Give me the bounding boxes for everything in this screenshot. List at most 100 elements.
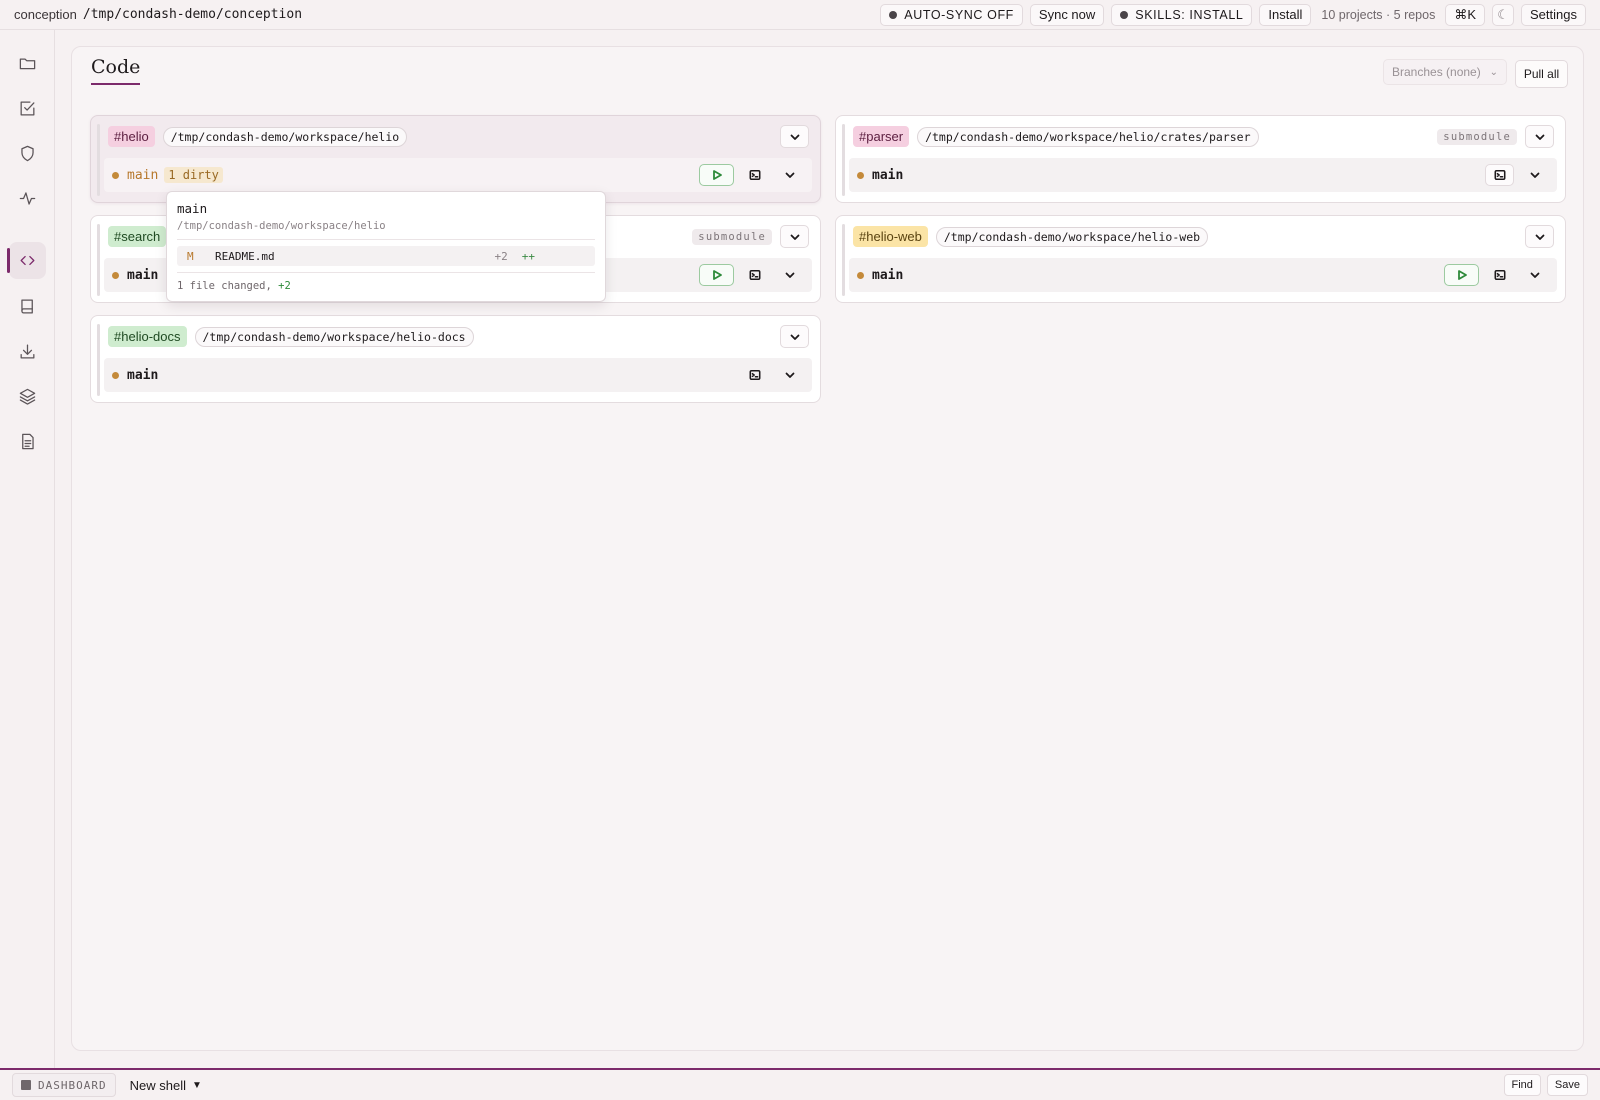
rail-security[interactable] <box>9 135 46 172</box>
terminal-icon <box>1494 269 1505 281</box>
diff-summary: 1 file changed, +2 <box>177 280 595 292</box>
dashboard-square-icon <box>21 1080 31 1090</box>
branch-menu-button[interactable] <box>775 164 804 186</box>
install-button[interactable]: Install <box>1259 3 1312 26</box>
card-accent-bar <box>842 224 845 296</box>
find-button[interactable]: Find <box>1503 1074 1541 1096</box>
branch-menu-button[interactable] <box>775 364 804 386</box>
new-shell-label: New shell <box>129 1077 186 1093</box>
branch-status-dot <box>112 271 119 279</box>
file-name: README.md <box>215 249 275 263</box>
branch-row[interactable]: main <box>104 358 812 392</box>
file-status: M <box>187 249 194 263</box>
chevron-down-icon <box>1535 234 1544 240</box>
repo-card-header: #helio /tmp/condash-demo/workspace/helio <box>108 125 809 148</box>
run-button[interactable] <box>699 164 734 186</box>
expand-button[interactable] <box>1525 225 1554 248</box>
chevron-down-icon: ⌄ <box>1489 66 1498 78</box>
command-palette-button[interactable]: ⌘K <box>1445 3 1486 26</box>
branch-menu-button[interactable] <box>775 264 804 286</box>
branch-status-dot <box>857 271 864 279</box>
branch-name: main <box>127 367 159 383</box>
repo-card-header: #helio-docs /tmp/condash-demo/workspace/… <box>108 325 809 348</box>
divider <box>177 272 595 273</box>
repo-card-helio-docs[interactable]: #helio-docs /tmp/condash-demo/workspace/… <box>90 315 821 403</box>
shield-icon <box>21 145 34 162</box>
branch-row[interactable]: main <box>849 158 1557 192</box>
branch-name: main <box>872 267 904 283</box>
theme-toggle-moon-icon[interactable]: ☾ <box>1492 3 1515 26</box>
terminal-button[interactable] <box>1485 164 1514 186</box>
dashboard-label: DASHBOARD <box>38 1078 107 1092</box>
play-icon <box>712 170 722 180</box>
expand-button[interactable] <box>1525 125 1554 148</box>
branch-row[interactable]: main 1 dirty <box>104 158 812 192</box>
repo-tag[interactable]: #helio-web <box>853 226 928 247</box>
new-shell-button[interactable]: New shell ▼ <box>130 1078 202 1093</box>
chevron-down-icon <box>1530 272 1539 278</box>
branch-menu-button[interactable] <box>1520 164 1549 186</box>
card-accent-bar <box>97 124 100 196</box>
repo-card-helio-web[interactable]: #helio-web /tmp/condash-demo/workspace/h… <box>835 215 1566 303</box>
repo-path[interactable]: /tmp/condash-demo/workspace/helio-web <box>935 226 1209 247</box>
save-button[interactable]: Save <box>1546 1074 1588 1096</box>
status-bar: DASHBOARD New shell ▼ Find Save <box>0 1068 1600 1100</box>
sync-now-button[interactable]: Sync now <box>1029 3 1105 26</box>
submodule-badge: submodule <box>692 228 772 245</box>
expand-button[interactable] <box>780 225 809 248</box>
autosync-toggle[interactable]: AUTO-SYNC OFF <box>880 3 1023 26</box>
chevron-down-icon <box>1530 172 1539 178</box>
popover-branch: main <box>177 201 208 216</box>
terminal-button[interactable] <box>740 364 769 386</box>
rail-downloads[interactable] <box>9 333 46 370</box>
rail-code[interactable] <box>7 242 46 279</box>
branch-menu-button[interactable] <box>1520 264 1549 286</box>
terminal-icon <box>749 169 760 181</box>
repo-card-header: #helio-web /tmp/condash-demo/workspace/h… <box>853 225 1554 248</box>
repo-path[interactable]: /tmp/condash-demo/workspace/helio <box>162 126 408 147</box>
repo-card-parser[interactable]: #parser /tmp/condash-demo/workspace/heli… <box>835 115 1566 203</box>
rail-projects[interactable] <box>9 45 46 82</box>
play-icon <box>712 270 722 280</box>
repo-tag[interactable]: #helio-docs <box>108 326 187 347</box>
repo-card-helio[interactable]: #helio /tmp/condash-demo/workspace/helio… <box>90 115 821 203</box>
conception-path: /tmp/condash-demo/conception <box>82 7 303 22</box>
branch-row[interactable]: main <box>849 258 1557 292</box>
rail-layers[interactable] <box>9 378 46 415</box>
top-bar: conception /tmp/condash-demo/conception … <box>0 0 1600 30</box>
rail-docs[interactable] <box>9 288 46 325</box>
activity-icon <box>19 192 36 205</box>
chevron-down-icon <box>790 334 799 340</box>
run-button[interactable] <box>1444 264 1479 286</box>
rail-notes[interactable] <box>9 423 46 460</box>
repo-tag[interactable]: #parser <box>853 126 910 147</box>
terminal-button[interactable] <box>1485 264 1514 286</box>
expand-button[interactable] <box>780 325 809 348</box>
repo-path[interactable]: /tmp/condash-demo/workspace/helio-docs <box>194 326 474 347</box>
repo-tag[interactable]: #helio <box>108 126 155 147</box>
branches-select[interactable]: Branches (none) ⌄ <box>1383 59 1507 85</box>
code-icon <box>20 255 35 266</box>
terminal-button[interactable] <box>740 164 769 186</box>
repo-path[interactable]: /tmp/condash-demo/workspace/helio/crates… <box>917 126 1259 147</box>
repo-tag[interactable]: #search <box>108 226 167 247</box>
dirty-badge[interactable]: 1 dirty <box>164 167 223 183</box>
dashboard-tab[interactable]: DASHBOARD <box>12 1073 116 1097</box>
run-button[interactable] <box>699 264 734 286</box>
card-accent-bar <box>97 224 100 296</box>
changed-file-row[interactable]: M README.md +2 ++ <box>177 246 595 266</box>
rail-tasks[interactable] <box>9 90 46 127</box>
autosync-label: AUTO-SYNC OFF <box>904 7 1014 22</box>
card-accent-bar <box>97 324 100 396</box>
download-icon <box>20 344 35 359</box>
expand-button[interactable] <box>780 125 809 148</box>
settings-button[interactable]: Settings <box>1521 3 1586 26</box>
branch-status-dot <box>857 171 864 179</box>
page-title: Code <box>91 56 141 85</box>
terminal-button[interactable] <box>740 264 769 286</box>
pull-all-button[interactable]: Pull all <box>1515 60 1568 88</box>
branch-actions <box>740 364 804 386</box>
branch-name: main <box>127 267 159 283</box>
skills-toggle[interactable]: SKILLS: INSTALL <box>1111 3 1253 26</box>
rail-activity[interactable] <box>9 180 46 217</box>
